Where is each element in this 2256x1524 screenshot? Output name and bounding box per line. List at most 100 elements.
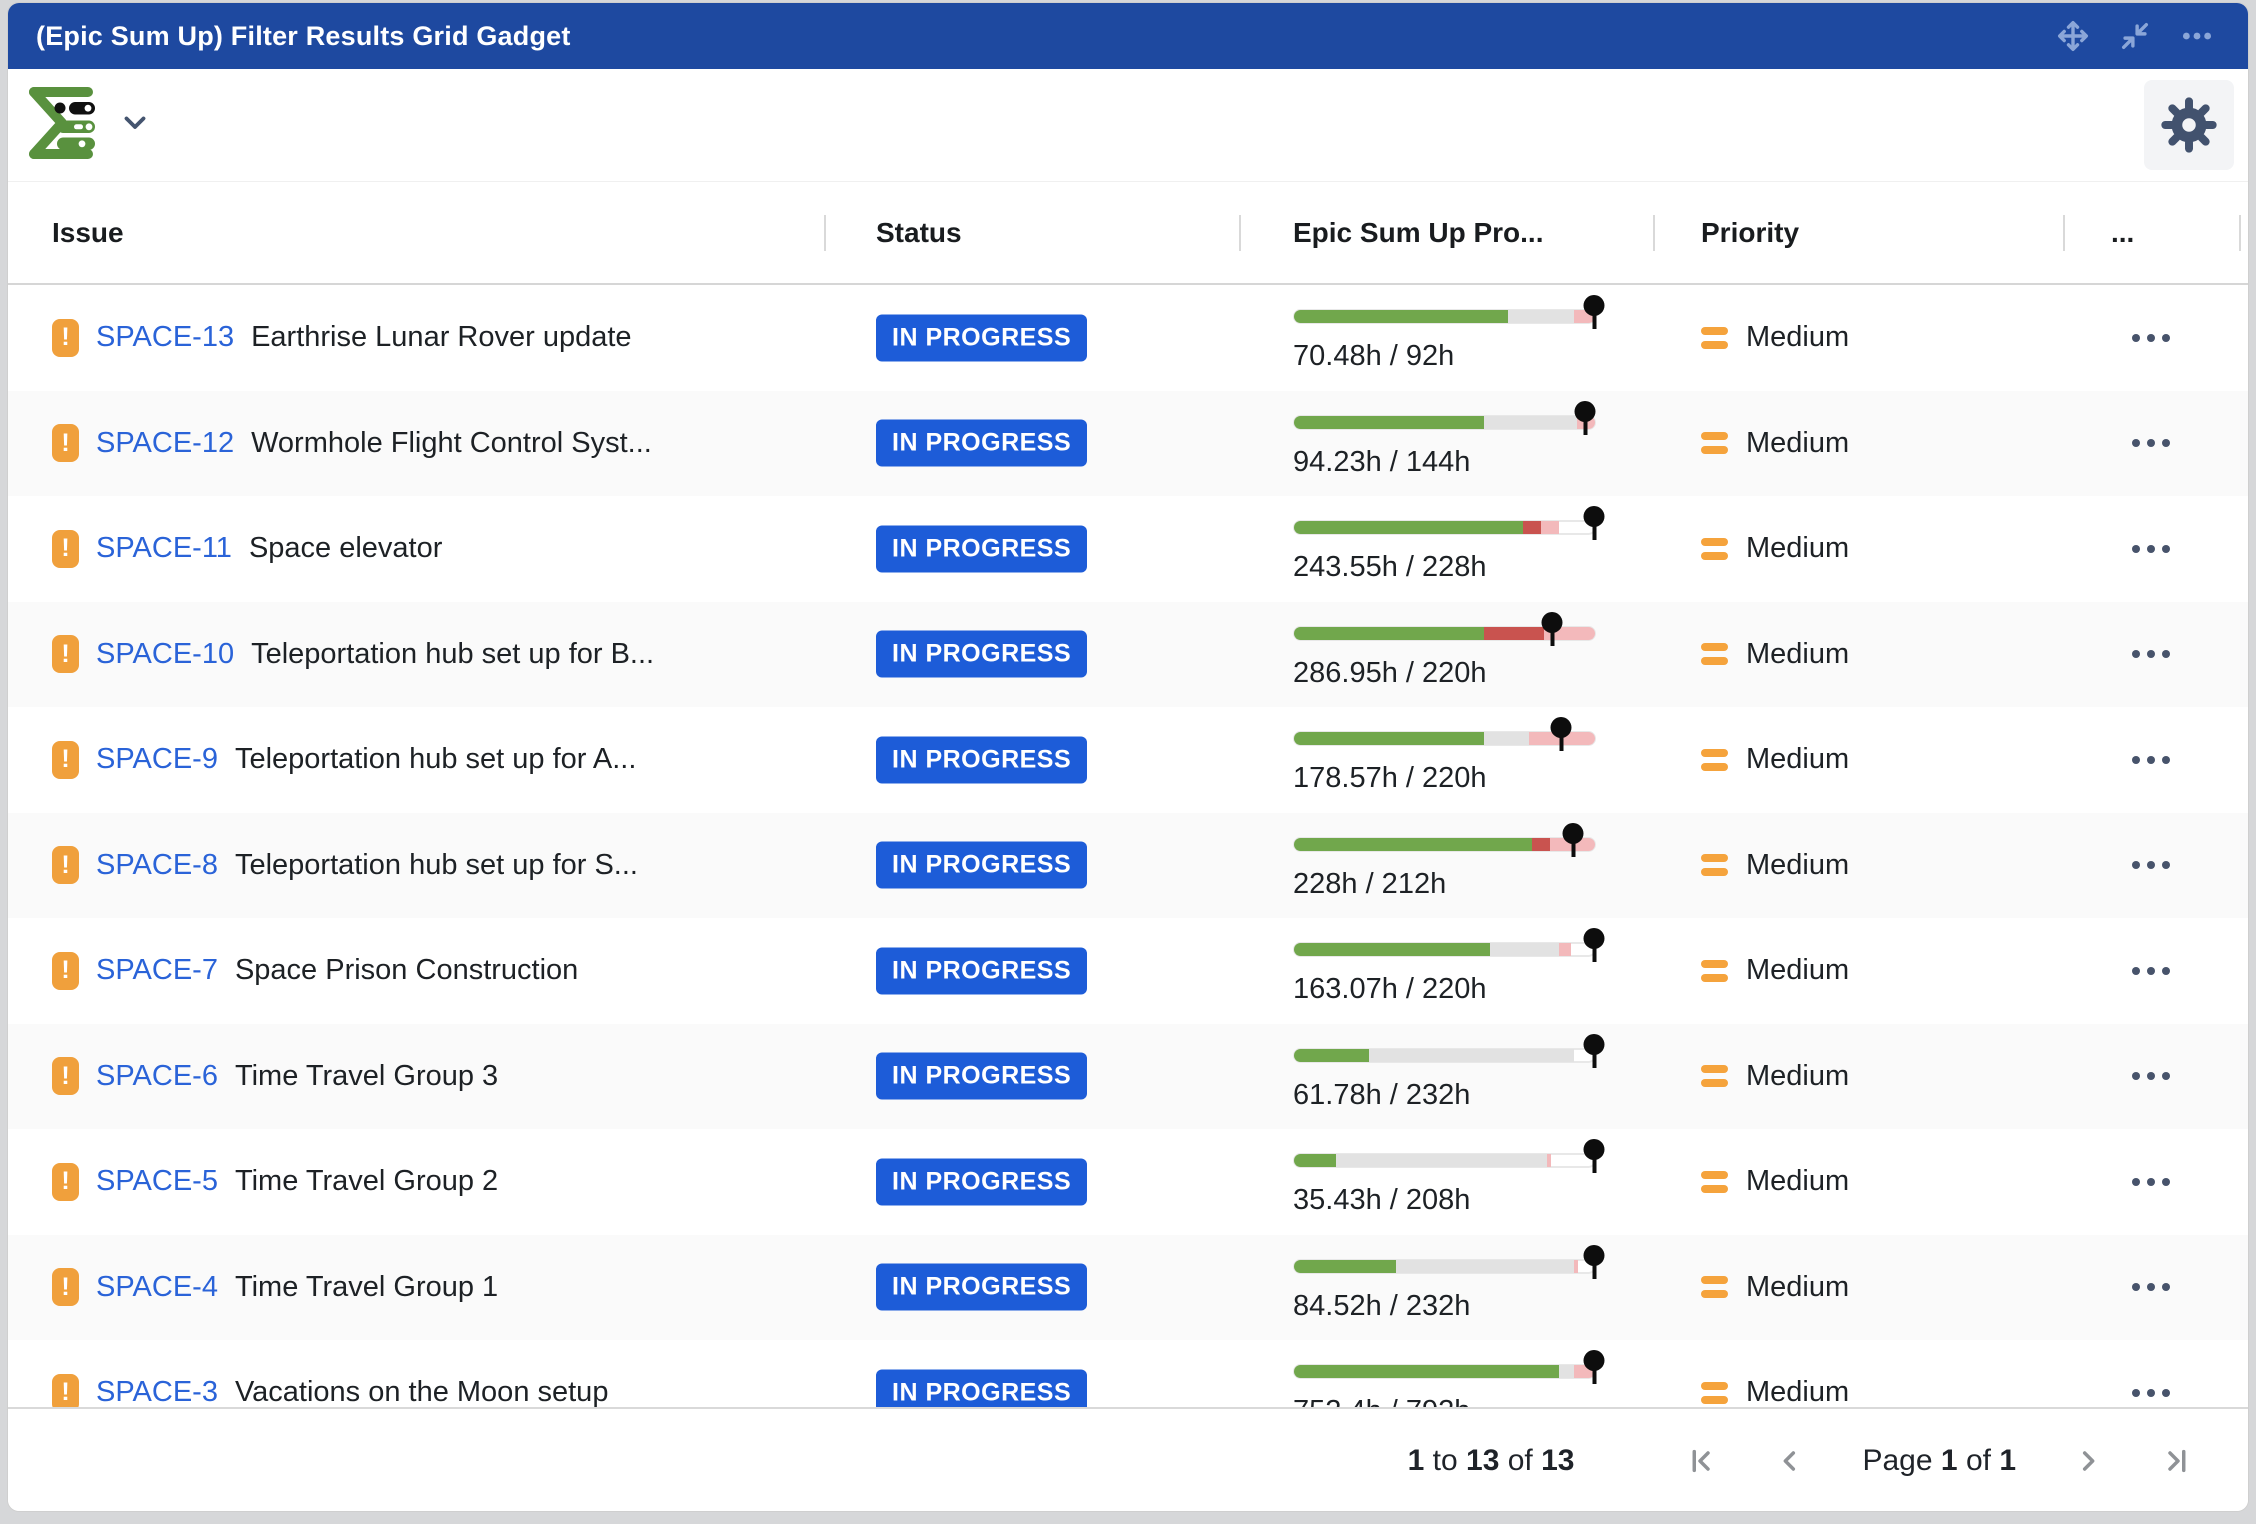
pin-stem: [1592, 313, 1596, 329]
issue-key-link[interactable]: SPACE-6: [96, 1060, 218, 1093]
status-cell: IN PROGRESS: [876, 736, 1087, 783]
progress-segment-green: [1294, 1365, 1559, 1378]
pin-stem: [1592, 946, 1596, 962]
issue-summary: Teleportation hub set up for B...: [251, 638, 654, 671]
ellipsis-dot: [2162, 439, 2170, 447]
progress-hours-label: 752.4h / 792h: [1293, 1395, 1596, 1407]
estimate-pin-marker: [1584, 295, 1605, 329]
priority-bar: [1701, 538, 1728, 546]
row-actions-button[interactable]: [2132, 545, 2170, 553]
issue-type-warning-icon: !: [52, 846, 79, 884]
issue-key-link[interactable]: SPACE-4: [96, 1271, 218, 1304]
ellipsis-dot: [2132, 545, 2140, 553]
row-actions-button[interactable]: [2132, 439, 2170, 447]
row-actions-button[interactable]: [2132, 967, 2170, 975]
column-separator: [1239, 215, 1241, 251]
progress-hours-label: 163.07h / 220h: [1293, 973, 1596, 1006]
column-header-issue[interactable]: Issue: [52, 182, 124, 283]
issue-summary: Vacations on the Moon setup: [235, 1376, 609, 1407]
row-actions-button[interactable]: [2132, 334, 2170, 342]
row-actions-button[interactable]: [2132, 650, 2170, 658]
ellipsis-dot: [2132, 1389, 2140, 1397]
progress-segments: [1294, 416, 1595, 429]
progress-segment-gray: [1508, 310, 1574, 323]
priority-medium-icon: [1701, 327, 1728, 349]
column-header-epic-sum-up-progress[interactable]: Epic Sum Up Pro...: [1293, 182, 1543, 283]
progress-segment-green: [1294, 838, 1532, 851]
progress-segments: [1294, 838, 1595, 851]
status-cell: IN PROGRESS: [876, 1053, 1087, 1100]
row-actions-button[interactable]: [2132, 861, 2170, 869]
table-row: !SPACE-8Teleportation hub set up for S..…: [8, 813, 2248, 919]
priority-bar: [1701, 341, 1728, 349]
table-row: !SPACE-7Space Prison ConstructionIN PROG…: [8, 918, 2248, 1024]
ellipsis-dot: [2132, 1072, 2140, 1080]
settings-button[interactable]: [2144, 80, 2234, 170]
progress-track: [1293, 837, 1596, 852]
progress-segments: [1294, 310, 1595, 323]
priority-bar: [1701, 1079, 1728, 1087]
status-badge: IN PROGRESS: [876, 1158, 1087, 1205]
issue-key-link[interactable]: SPACE-7: [96, 954, 218, 987]
move-icon[interactable]: [2056, 19, 2090, 53]
column-header-more[interactable]: ...: [2111, 182, 2134, 283]
chevron-down-icon[interactable]: [124, 116, 146, 135]
priority-medium-icon: [1701, 643, 1728, 665]
estimate-pin-marker: [1584, 1139, 1605, 1173]
prev-page-icon[interactable]: [1774, 1445, 1806, 1477]
issue-key-link[interactable]: SPACE-8: [96, 849, 218, 882]
column-separator: [824, 215, 826, 251]
progress-track: [1293, 1048, 1596, 1063]
row-actions-button[interactable]: [2132, 1283, 2170, 1291]
row-actions-button[interactable]: [2132, 1072, 2170, 1080]
next-page-icon[interactable]: [2072, 1445, 2104, 1477]
row-actions-button[interactable]: [2132, 1178, 2170, 1186]
gear-icon: [2160, 96, 2218, 154]
progress-cell: 84.52h / 232h: [1293, 1259, 1596, 1323]
estimate-pin-marker: [1542, 612, 1563, 646]
collapse-icon[interactable]: [2118, 19, 2152, 53]
more-icon[interactable]: [2180, 19, 2214, 53]
progress-cell: 61.78h / 232h: [1293, 1048, 1596, 1112]
ellipsis-dot: [2162, 1072, 2170, 1080]
pin-stem: [1571, 841, 1575, 857]
issue-key-link[interactable]: SPACE-11: [96, 532, 232, 565]
priority-bar: [1701, 1396, 1728, 1404]
gadget-card: (Epic Sum Up) Filter Results Grid Gadget: [7, 2, 2249, 1512]
ellipsis-dot: [2162, 334, 2170, 342]
row-actions-button[interactable]: [2132, 1389, 2170, 1397]
status-cell: IN PROGRESS: [876, 1369, 1087, 1407]
progress-cell: 70.48h / 92h: [1293, 309, 1596, 373]
issue-key-link[interactable]: SPACE-10: [96, 638, 234, 671]
issue-cell: !SPACE-6Time Travel Group 3: [52, 1024, 498, 1130]
progress-segment-red: [1523, 521, 1541, 534]
progress-cell: 94.23h / 144h: [1293, 415, 1596, 479]
priority-medium-icon: [1701, 432, 1728, 454]
progress-segments: [1294, 521, 1595, 534]
progress-segment-green: [1294, 627, 1484, 640]
progress-hours-label: 178.57h / 220h: [1293, 762, 1596, 795]
progress-segments: [1294, 1154, 1595, 1167]
progress-cell: 35.43h / 208h: [1293, 1153, 1596, 1217]
progress-segment-gray: [1396, 1260, 1574, 1273]
column-header-status[interactable]: Status: [876, 182, 962, 283]
issue-key-link[interactable]: SPACE-13: [96, 321, 234, 354]
last-page-icon[interactable]: [2160, 1445, 2192, 1477]
first-page-icon[interactable]: [1686, 1445, 1718, 1477]
issue-key-link[interactable]: SPACE-12: [96, 427, 234, 460]
priority-label: Medium: [1746, 532, 1849, 565]
page-of-word: of: [1966, 1444, 1991, 1477]
priority-label: Medium: [1746, 638, 1849, 671]
issue-key-link[interactable]: SPACE-9: [96, 743, 218, 776]
ellipsis-dot: [2132, 967, 2140, 975]
issue-cell: !SPACE-5Time Travel Group 2: [52, 1129, 498, 1235]
progress-segment-pink: [1547, 1154, 1552, 1167]
status-badge: IN PROGRESS: [876, 525, 1087, 572]
issue-key-link[interactable]: SPACE-3: [96, 1376, 218, 1407]
issue-key-link[interactable]: SPACE-5: [96, 1165, 218, 1198]
column-header-priority[interactable]: Priority: [1701, 182, 1799, 283]
row-actions-button[interactable]: [2132, 756, 2170, 764]
progress-hours-label: 286.95h / 220h: [1293, 657, 1596, 690]
estimate-pin-marker: [1563, 823, 1584, 857]
status-cell: IN PROGRESS: [876, 525, 1087, 572]
